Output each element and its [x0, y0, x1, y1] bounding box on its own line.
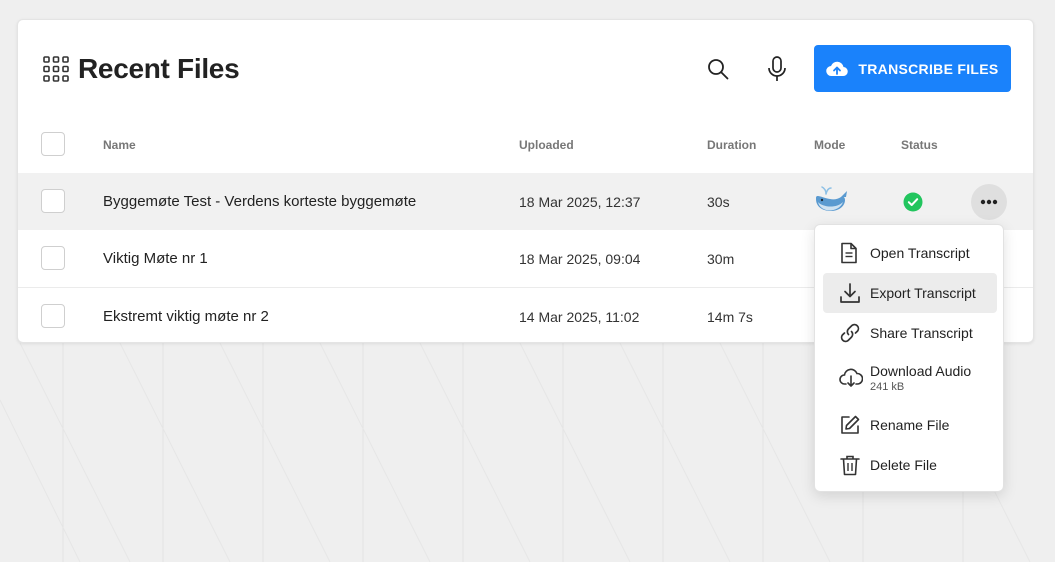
file-name[interactable]: Viktig Møte nr 1: [103, 250, 208, 267]
page-title: Recent Files: [78, 53, 240, 84]
menu-item-label: Delete File: [870, 457, 937, 473]
table-row[interactable]: Byggemøte Test - Verdens korteste byggem…: [18, 173, 1033, 230]
duration: 14m 7s: [707, 309, 753, 325]
microphone-icon: [768, 56, 786, 81]
column-header-duration[interactable]: Duration: [707, 138, 756, 152]
more-horizontal-icon: [980, 199, 998, 205]
row-checkbox[interactable]: [41, 189, 65, 213]
more-options-button[interactable]: [971, 184, 1007, 220]
uploaded-date: 18 Mar 2025, 09:04: [519, 251, 641, 267]
menu-item-export-transcript[interactable]: Export Transcript: [823, 273, 997, 313]
menu-item-rename-file[interactable]: Rename File: [823, 405, 997, 445]
row-checkbox[interactable]: [41, 304, 65, 328]
menu-item-share-transcript[interactable]: Share Transcript: [823, 313, 997, 353]
uploaded-date: 18 Mar 2025, 12:37: [519, 194, 641, 210]
menu-item-delete-file[interactable]: Delete File: [823, 445, 997, 485]
link-icon: [840, 323, 860, 343]
column-header-status[interactable]: Status: [901, 138, 938, 152]
duration: 30m: [707, 251, 735, 267]
transcribe-files-label: TRANSCRIBE FILES: [858, 60, 999, 77]
grid-icon: [43, 56, 69, 82]
select-all-checkbox[interactable]: [41, 132, 65, 156]
column-header-uploaded[interactable]: Uploaded: [519, 138, 574, 152]
row-checkbox[interactable]: [41, 246, 65, 270]
search-icon: [708, 59, 729, 80]
menu-item-label: Download Audio: [870, 363, 972, 379]
menu-item-label: Export Transcript: [870, 285, 976, 301]
transcribe-files-button[interactable]: TRANSCRIBE FILES: [814, 45, 1011, 92]
menu-item-label: Rename File: [870, 417, 950, 433]
duration: 30s: [707, 194, 730, 210]
microphone-button[interactable]: [761, 53, 793, 85]
download-icon: [840, 283, 860, 303]
document-icon: [841, 242, 857, 264]
search-button[interactable]: [702, 53, 734, 85]
whale-icon: [816, 186, 847, 211]
file-size: 241 kB: [870, 381, 905, 393]
file-context-menu: Open Transcript Export Transcript Share …: [814, 224, 1004, 492]
uploaded-date: 14 Mar 2025, 11:02: [519, 309, 640, 325]
cloud-upload-icon: [826, 61, 849, 76]
edit-icon: [841, 415, 860, 434]
menu-item-label: Share Transcript: [870, 325, 973, 341]
column-header-mode: Mode: [814, 138, 846, 152]
file-name[interactable]: Byggemøte Test - Verdens korteste byggem…: [103, 193, 416, 210]
menu-item-label: Open Transcript: [870, 245, 970, 261]
menu-item-download-audio[interactable]: Download Audio 241 kB: [823, 353, 997, 401]
menu-item-open-transcript[interactable]: Open Transcript: [823, 233, 997, 273]
cloud-download-icon: [839, 368, 863, 387]
file-name[interactable]: Ekstremt viktig møte nr 2: [103, 308, 269, 325]
check-circle-icon: [903, 192, 923, 212]
trash-icon: [840, 455, 860, 476]
column-header-name[interactable]: Name: [103, 138, 136, 152]
